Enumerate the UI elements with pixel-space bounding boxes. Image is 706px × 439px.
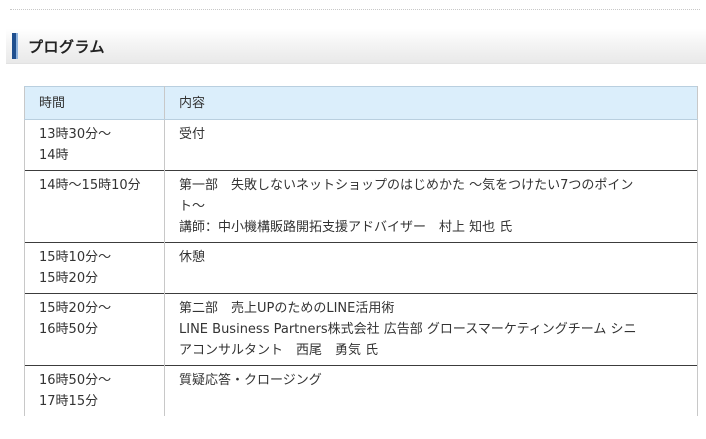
section-header: プログラム: [6, 29, 706, 64]
section-title: プログラム: [28, 38, 106, 56]
table-row: 15時10分～ 15時20分 休憩: [24, 242, 698, 294]
time-text: 15時20分: [39, 271, 99, 286]
time-cell: 16時50分～ 17時15分: [24, 365, 165, 416]
table-header-row: 時間 内容: [24, 86, 698, 120]
content-cell: 質疑応答・クロージング: [164, 365, 698, 416]
content-cell: 第二部 売上UPのためのLINE活用術 LINE Business Partne…: [164, 293, 698, 366]
time-cell: 15時20分～ 16時50分: [24, 293, 165, 366]
time-text: 15時20分～: [39, 301, 112, 316]
header-time: 時間: [24, 86, 165, 120]
content-text: アコンサルタント 西尾 勇気 氏: [179, 343, 379, 358]
time-cell: 13時30分～ 14時: [24, 119, 165, 171]
time-text: 13時30分～: [39, 127, 112, 142]
table-row: 14時～15時10分 第一部 失敗しないネットショップのはじめかた ～気をつけた…: [24, 170, 698, 243]
time-cell: 14時～15時10分: [24, 170, 165, 243]
content-text: 休憩: [179, 250, 206, 265]
table-row: 13時30分～ 14時 受付: [24, 119, 698, 171]
heading-marker: [12, 33, 16, 59]
time-text: 14時: [39, 148, 69, 163]
time-text: 15時10分～: [39, 250, 112, 265]
content-text: 質疑応答・クロージング: [179, 373, 322, 388]
content-cell: 休憩: [164, 242, 698, 294]
header-content: 内容: [164, 86, 698, 120]
top-divider: [10, 9, 700, 10]
program-table: 時間 内容 13時30分～ 14時 受付 14時～15時10分 第一部 失敗しな…: [24, 86, 698, 416]
content-text: ト～: [179, 199, 206, 214]
content-text: 講師：中小機構販路開拓支援アドバイザー 村上 知也 氏: [179, 220, 513, 235]
time-text: 16時50分: [39, 322, 99, 337]
content-text: 第一部 失敗しないネットショップのはじめかた ～気をつけたい7つのポイン: [179, 178, 634, 193]
time-text: 17時15分: [39, 394, 99, 409]
content-text: 第二部 売上UPのためのLINE活用術: [179, 301, 395, 316]
time-cell: 15時10分～ 15時20分: [24, 242, 165, 294]
content-text: LINE Business Partners株式会社 広告部 グロースマーケティ…: [179, 322, 637, 337]
time-text: 16時50分～: [39, 373, 112, 388]
content-text: 受付: [179, 127, 206, 142]
content-cell: 第一部 失敗しないネットショップのはじめかた ～気をつけたい7つのポイン ト～ …: [164, 170, 698, 243]
content-cell: 受付: [164, 119, 698, 171]
time-text: 14時～15時10分: [39, 178, 141, 193]
table-row: 15時20分～ 16時50分 第二部 売上UPのためのLINE活用術 LINE …: [24, 293, 698, 366]
table-row: 16時50分～ 17時15分 質疑応答・クロージング: [24, 365, 698, 416]
